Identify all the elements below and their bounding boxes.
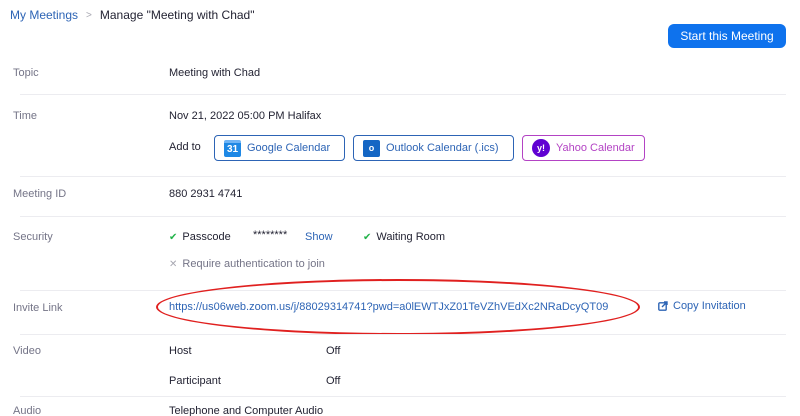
add-to-label: Add to — [169, 141, 201, 153]
divider — [20, 176, 786, 177]
topic-value: Meeting with Chad — [169, 67, 261, 79]
video-host-label: Host — [169, 345, 192, 357]
yahoo-calendar-button[interactable]: y! Yahoo Calendar — [522, 135, 645, 161]
divider — [20, 216, 786, 217]
breadcrumb-current: Manage "Meeting with Chad" — [99, 8, 255, 22]
audio-value: Telephone and Computer Audio — [169, 405, 324, 416]
passcode-masked: ******** — [253, 229, 288, 241]
invite-link-url[interactable]: https://us06web.zoom.us/j/88029314741?pw… — [169, 301, 608, 313]
meeting-id-label: Meeting ID — [13, 188, 67, 200]
start-meeting-button[interactable]: Start this Meeting — [668, 24, 786, 48]
video-participant-label: Participant — [169, 375, 221, 387]
google-calendar-icon: 31 — [224, 139, 241, 157]
divider — [20, 290, 786, 291]
google-calendar-button[interactable]: 31 Google Calendar — [214, 135, 345, 161]
meeting-id-value: 880 2931 4741 — [169, 188, 243, 200]
waiting-room-item: ✔ Waiting Room — [363, 231, 445, 243]
audio-label: Audio — [13, 405, 42, 416]
copy-invitation-label: Copy Invitation — [673, 300, 746, 312]
video-label: Video — [13, 345, 41, 357]
share-icon — [658, 301, 668, 311]
invite-link-label: Invite Link — [13, 302, 63, 314]
video-host-value: Off — [326, 345, 341, 357]
breadcrumb: My Meetings > Manage "Meeting with Chad" — [10, 8, 254, 22]
breadcrumb-my-meetings[interactable]: My Meetings — [10, 8, 78, 22]
video-participant-value: Off — [326, 375, 341, 387]
divider — [20, 334, 786, 335]
yahoo-icon: y! — [532, 139, 550, 157]
yahoo-calendar-label: Yahoo Calendar — [556, 142, 635, 154]
topic-label: Topic — [13, 67, 39, 79]
check-icon: ✔ — [169, 232, 178, 243]
divider — [20, 396, 786, 397]
check-icon: ✔ — [363, 232, 372, 243]
passcode-label: Passcode — [182, 231, 231, 243]
outlook-icon: o — [363, 139, 380, 157]
time-value: Nov 21, 2022 05:00 PM Halifax — [169, 110, 322, 122]
close-icon: ✕ — [169, 259, 178, 270]
passcode-item: ✔ Passcode — [169, 231, 231, 243]
google-calendar-label: Google Calendar — [247, 142, 331, 154]
breadcrumb-separator-icon: > — [86, 9, 92, 21]
outlook-calendar-button[interactable]: o Outlook Calendar (.ics) — [353, 135, 514, 161]
require-auth-item: ✕ Require authentication to join — [169, 258, 325, 270]
show-passcode-link[interactable]: Show — [305, 231, 333, 243]
divider — [20, 94, 786, 95]
require-auth-label: Require authentication to join — [182, 258, 325, 270]
outlook-calendar-label: Outlook Calendar (.ics) — [386, 142, 499, 154]
security-label: Security — [13, 231, 53, 243]
time-label: Time — [13, 110, 38, 122]
copy-invitation-button[interactable]: Copy Invitation — [658, 300, 746, 312]
waiting-room-label: Waiting Room — [376, 231, 446, 243]
